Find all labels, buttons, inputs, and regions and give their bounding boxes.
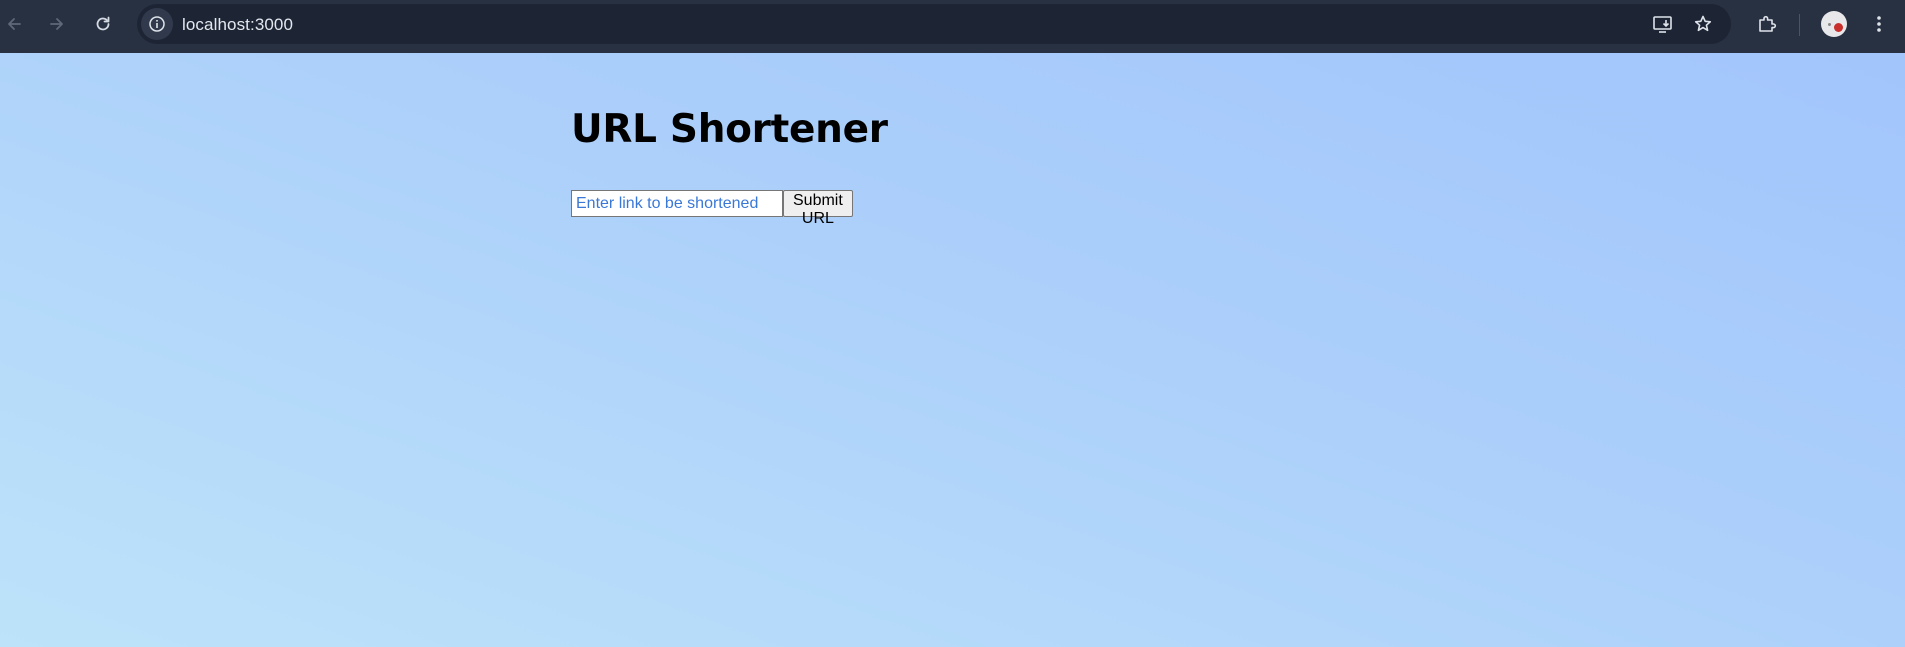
back-button[interactable]	[0, 4, 34, 44]
avatar-badge	[1834, 23, 1843, 32]
site-info-button[interactable]	[141, 8, 173, 40]
submit-url-button[interactable]: Submit URL	[783, 190, 853, 227]
browser-toolbar: localhost:3000	[0, 0, 1905, 53]
puzzle-icon	[1759, 15, 1777, 32]
extensions-button[interactable]	[1749, 6, 1785, 42]
page-title: URL Shortener	[571, 107, 888, 152]
avatar-detail	[1828, 23, 1831, 26]
url-input[interactable]	[571, 190, 783, 217]
reload-button[interactable]	[83, 4, 123, 44]
info-icon	[149, 16, 165, 32]
forward-arrow-icon	[50, 18, 63, 30]
toolbar-divider	[1799, 14, 1800, 36]
address-bar[interactable]: localhost:3000	[137, 4, 1731, 44]
install-app-icon	[1653, 16, 1672, 33]
kebab-menu-icon	[1877, 16, 1881, 32]
avatar[interactable]	[1821, 11, 1847, 37]
menu-button[interactable]	[1861, 6, 1897, 42]
install-app-button[interactable]	[1647, 8, 1679, 40]
forward-button[interactable]	[37, 4, 77, 44]
star-icon	[1694, 15, 1712, 32]
address-text[interactable]: localhost:3000	[182, 15, 293, 35]
page-viewport: URL Shortener Submit URL	[0, 53, 1905, 647]
reload-icon	[96, 16, 110, 31]
back-arrow-icon	[8, 18, 21, 30]
bookmark-button[interactable]	[1687, 8, 1719, 40]
shorten-form: Submit URL	[571, 190, 853, 227]
